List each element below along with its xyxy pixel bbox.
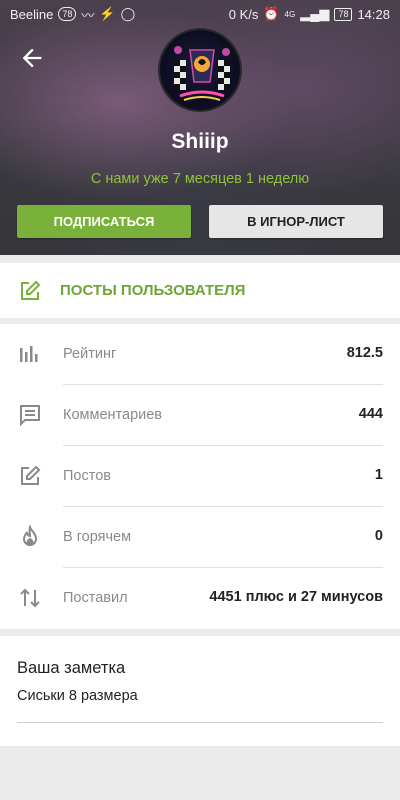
bar-chart-icon: [18, 342, 42, 371]
member-since: С нами уже 7 месяцев 1 неделю: [90, 171, 310, 187]
alarm-icon: ⏰: [263, 6, 280, 21]
stat-value: 444: [358, 406, 383, 422]
carrier-badge: 78: [58, 7, 77, 21]
note-underline: [17, 722, 383, 723]
stat-value: 812.5: [346, 345, 383, 361]
swap-vertical-icon: [18, 586, 42, 615]
battery-icon: 78: [334, 7, 353, 21]
stat-label: Поставил: [63, 590, 128, 606]
edit-square-icon: [18, 464, 42, 493]
sync-icon: ◯: [120, 6, 136, 21]
signal-label: 4G: [284, 9, 296, 19]
time: 14:28: [357, 6, 390, 22]
stat-value: 0: [374, 528, 383, 544]
stat-label: Постов: [63, 468, 111, 484]
flame-icon: [18, 523, 42, 554]
activity-icon: 〰: [81, 7, 95, 23]
stat-label: Рейтинг: [63, 346, 117, 362]
stat-row-hot: В горячем 0: [0, 507, 400, 568]
stat-value: 1: [374, 467, 383, 483]
note-title: Ваша заметка: [17, 659, 126, 677]
stats-list: Рейтинг 812.5 Комментариев 444 Постов 1: [0, 324, 400, 629]
stat-row-votes: Поставил 4451 плюс и 27 минусов: [0, 568, 400, 629]
profile-header: Beeline 78 〰 ⚡ ◯ 0 K/s ⏰ 4G ▂▄▆ 78 14:28: [0, 0, 400, 255]
stat-row-comments: Комментариев 444: [0, 385, 400, 446]
flash-icon: ⚡: [99, 6, 116, 21]
stat-row-posts: Постов 1: [0, 446, 400, 507]
user-posts-label: ПОСТЫ ПОЛЬЗОВАТЕЛЯ: [60, 282, 246, 299]
back-arrow-icon[interactable]: [18, 44, 46, 72]
user-posts-link[interactable]: ПОСТЫ ПОЛЬЗОВАТЕЛЯ: [0, 263, 400, 318]
net-speed: 0 K/s: [228, 6, 259, 22]
ignore-list-button[interactable]: В ИГНОР-ЛИСТ: [209, 205, 383, 238]
stat-label: В горячем: [63, 529, 132, 545]
username: Shiiip: [171, 130, 229, 153]
comment-icon: [18, 403, 42, 432]
carrier-name: Beeline: [10, 6, 54, 22]
subscribe-button[interactable]: ПОДПИСАТЬСЯ: [17, 205, 191, 238]
status-bar: Beeline 78 〰 ⚡ ◯ 0 K/s ⏰ 4G ▂▄▆ 78 14:28: [0, 0, 400, 28]
note-field[interactable]: Сиськи 8 размера: [17, 688, 138, 704]
stat-row-rating: Рейтинг 812.5: [0, 324, 400, 385]
avatar[interactable]: [158, 28, 242, 112]
stat-value: 4451 плюс и 27 минусов: [209, 589, 383, 605]
signal-icon: ▂▄▆: [300, 6, 330, 21]
edit-square-icon: [18, 279, 42, 308]
stat-label: Комментариев: [63, 407, 162, 423]
